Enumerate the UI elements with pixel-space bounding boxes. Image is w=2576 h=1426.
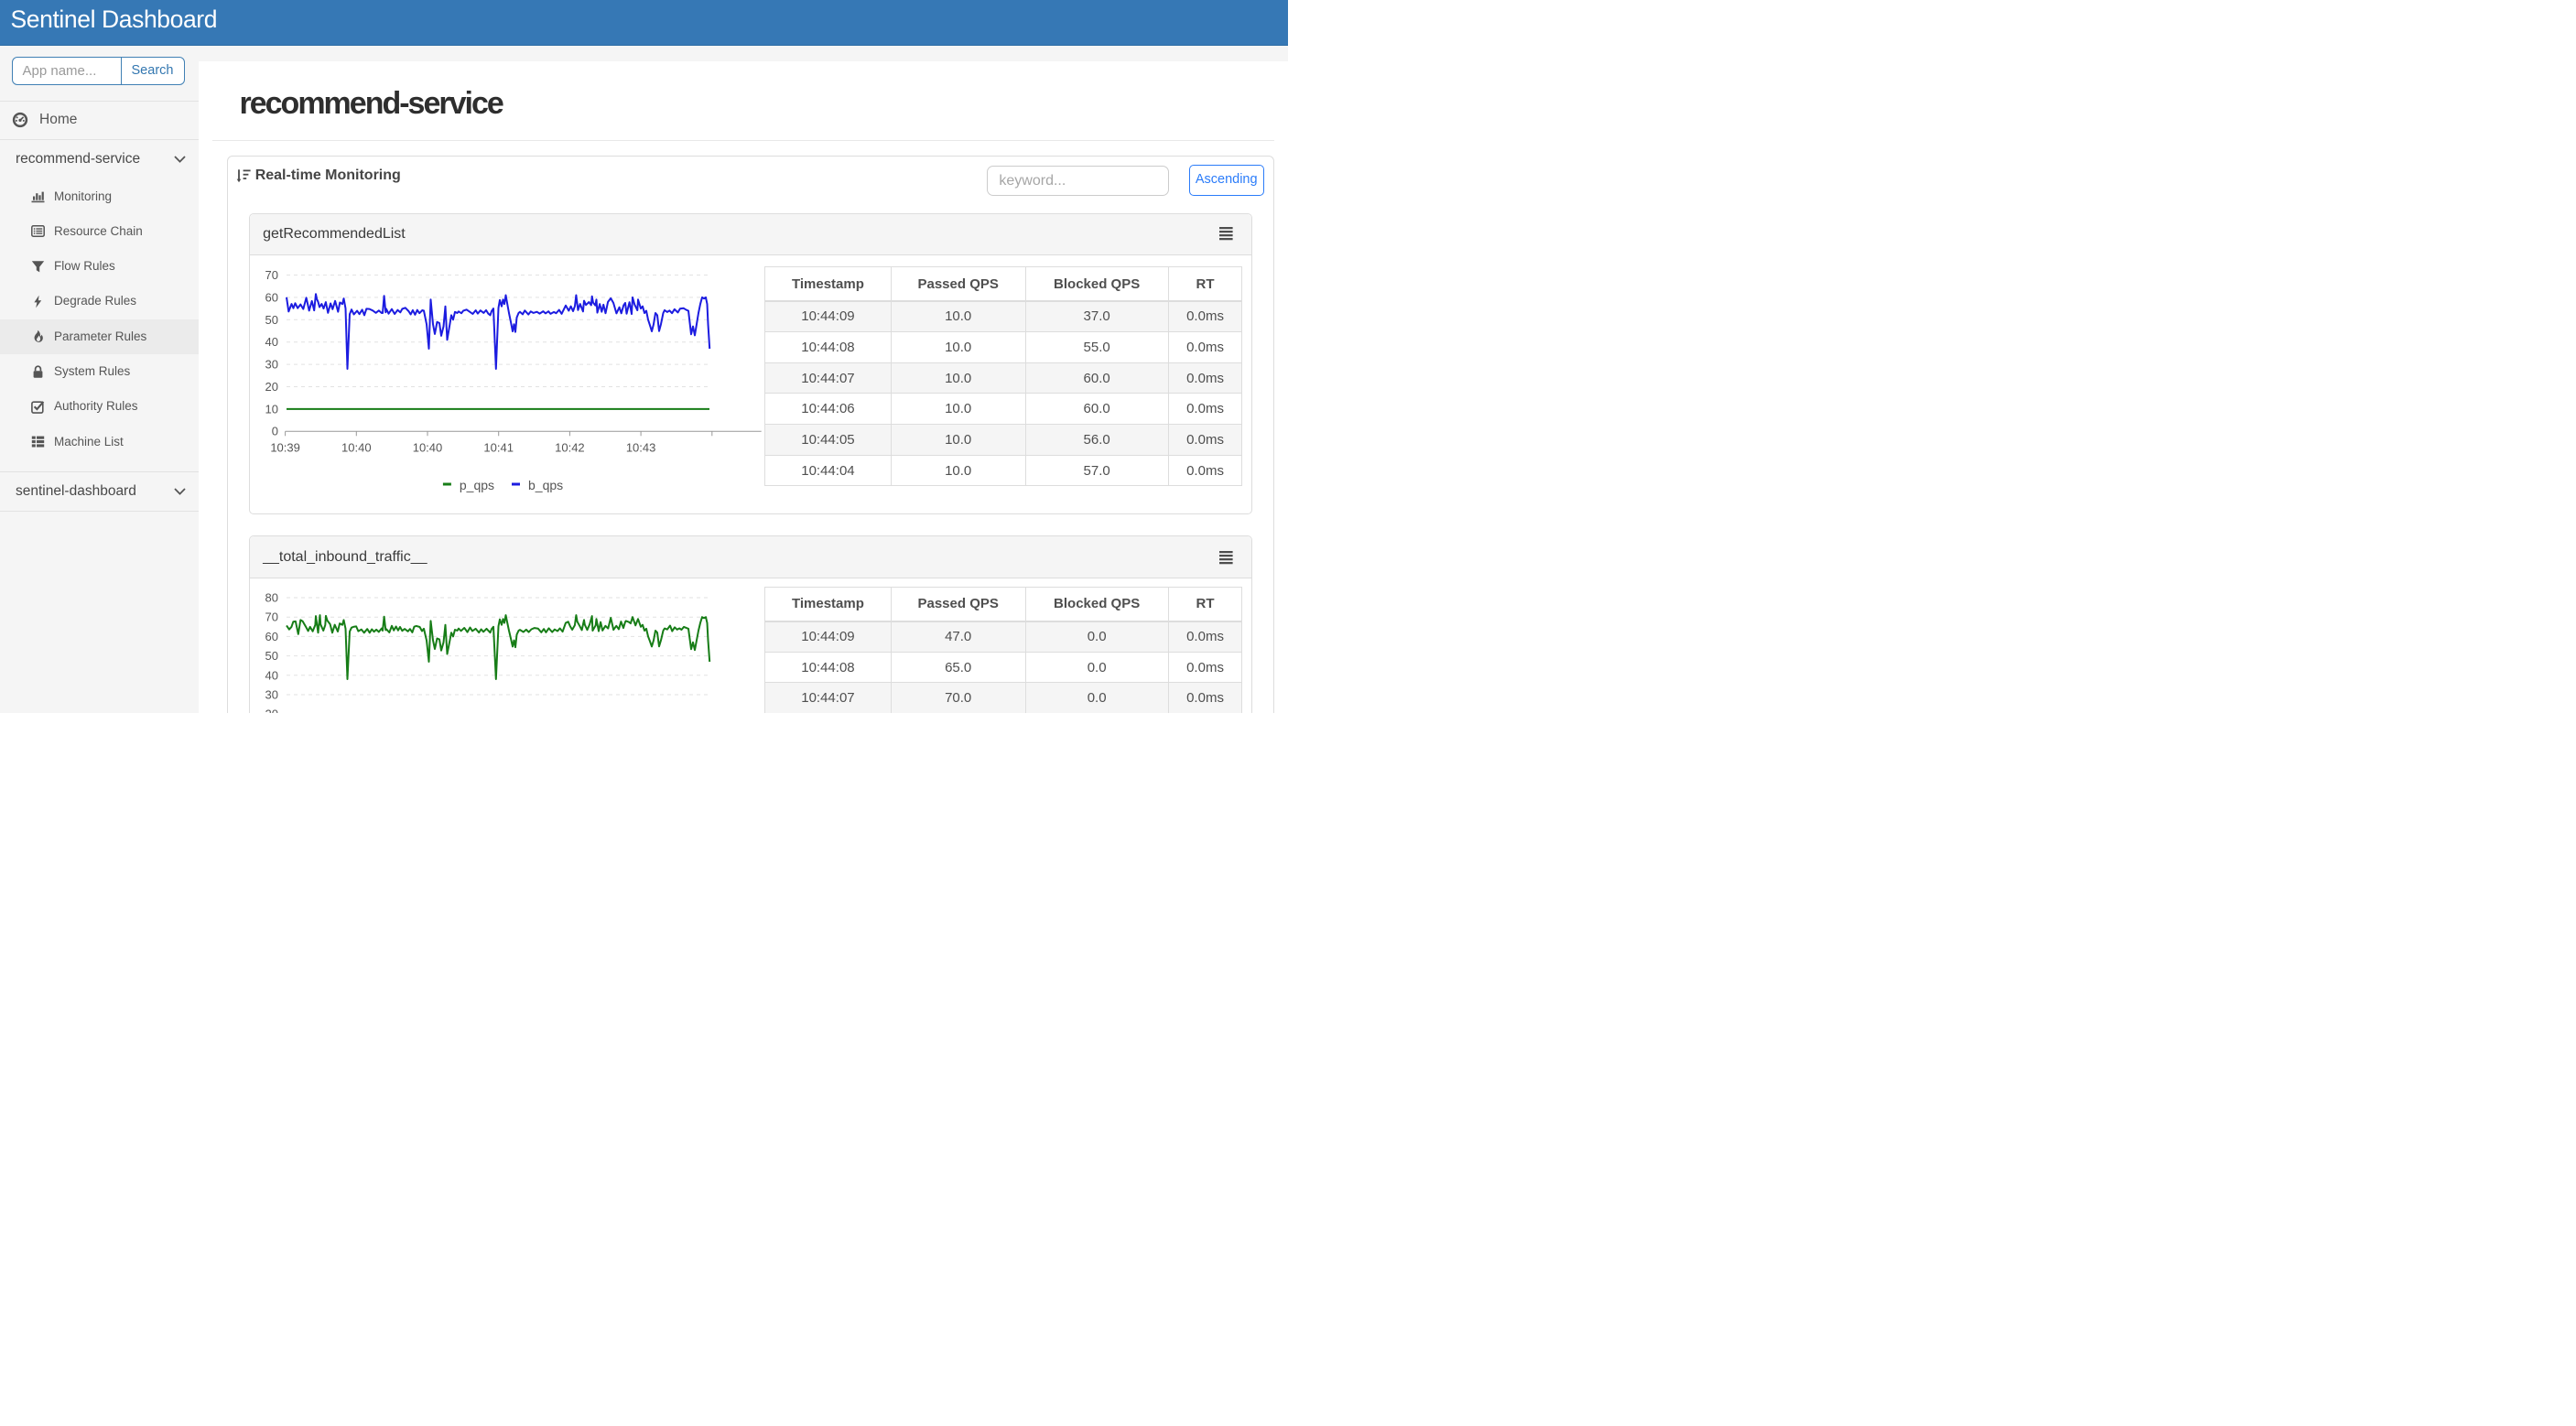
- svg-text:40: 40: [265, 668, 278, 682]
- svg-text:10: 10: [265, 402, 278, 416]
- svg-text:b_qps: b_qps: [528, 478, 563, 492]
- svg-text:20: 20: [265, 708, 278, 713]
- svg-text:50: 50: [265, 649, 278, 663]
- svg-text:70: 70: [265, 610, 278, 624]
- svg-text:20: 20: [265, 380, 278, 394]
- svg-text:10:43: 10:43: [626, 440, 656, 454]
- svg-text:10:41: 10:41: [483, 440, 514, 454]
- svg-text:60: 60: [265, 290, 278, 304]
- svg-text:30: 30: [265, 358, 278, 372]
- svg-text:10:40: 10:40: [413, 440, 443, 454]
- svg-text:0: 0: [272, 425, 278, 438]
- svg-text:p_qps: p_qps: [460, 478, 494, 492]
- svg-text:30: 30: [265, 688, 278, 702]
- svg-text:40: 40: [265, 335, 278, 349]
- svg-text:50: 50: [265, 313, 278, 327]
- svg-text:80: 80: [265, 591, 278, 605]
- svg-text:60: 60: [265, 630, 278, 643]
- svg-text:70: 70: [265, 268, 278, 282]
- svg-text:10:39: 10:39: [270, 440, 300, 454]
- svg-text:10:42: 10:42: [555, 440, 585, 454]
- svg-text:10:40: 10:40: [341, 440, 372, 454]
